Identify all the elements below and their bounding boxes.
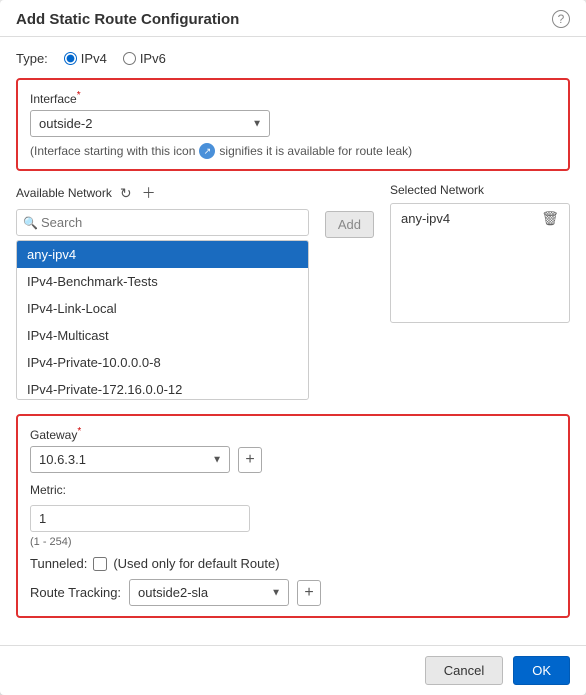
- help-icon[interactable]: ?: [552, 10, 570, 28]
- list-item[interactable]: IPv4-Link-Local: [17, 295, 308, 322]
- available-network-title: Available Network: [16, 186, 112, 200]
- route-tracking-select-wrapper: outside2-sla ▼: [129, 579, 289, 606]
- interface-select[interactable]: outside-2 outside-1 inside: [30, 110, 270, 137]
- search-input[interactable]: [16, 209, 309, 236]
- add-gateway-button[interactable]: +: [238, 447, 262, 473]
- list-item[interactable]: IPv4-Benchmark-Tests: [17, 268, 308, 295]
- list-item[interactable]: any-ipv4: [17, 241, 308, 268]
- networks-section: Available Network ↻ ＋ 🔍 any-ipv4 IPv4-Be…: [16, 183, 570, 400]
- tunneled-checkbox[interactable]: [93, 557, 107, 571]
- route-tracking-label: Route Tracking:: [30, 585, 121, 600]
- gateway-row: 10.6.3.1 ▼ +: [30, 446, 556, 473]
- interface-select-wrapper: outside-2 outside-1 inside ▼: [30, 110, 270, 137]
- route-leak-icon: ↗: [199, 143, 215, 159]
- type-label: Type:: [16, 51, 48, 66]
- ipv6-label: IPv6: [140, 51, 166, 66]
- interface-label: Interface*: [30, 90, 556, 106]
- selected-network-title: Selected Network: [390, 183, 484, 197]
- gateway-select[interactable]: 10.6.3.1: [30, 446, 230, 473]
- selected-item: any-ipv4 🗑: [391, 204, 569, 233]
- add-static-route-dialog: Add Static Route Configuration ? Type: I…: [0, 0, 586, 695]
- route-leak-text-1: (Interface starting with this icon: [30, 144, 195, 158]
- dialog-title: Add Static Route Configuration: [16, 11, 239, 28]
- refresh-icon-button[interactable]: ↻: [118, 185, 134, 202]
- gateway-label: Gateway*: [30, 426, 556, 442]
- metric-hint: (1 - 254): [30, 536, 556, 548]
- ipv4-radio-item[interactable]: IPv4: [64, 51, 107, 66]
- tunneled-note: (Used only for default Route): [113, 556, 279, 571]
- ipv6-radio-item[interactable]: IPv6: [123, 51, 166, 66]
- tunneled-label: Tunneled:: [30, 556, 87, 571]
- search-icon: 🔍: [23, 216, 38, 230]
- metric-label: Metric:: [30, 483, 556, 497]
- gateway-section: Gateway* 10.6.3.1 ▼ + Metric: (1 - 254) …: [16, 414, 570, 618]
- gateway-select-wrapper: 10.6.3.1 ▼: [30, 446, 230, 473]
- route-tracking-select[interactable]: outside2-sla: [129, 579, 289, 606]
- ipv4-radio[interactable]: [64, 52, 77, 65]
- list-item[interactable]: IPv4-Private-10.0.0.0-8: [17, 349, 308, 376]
- list-item[interactable]: IPv4-Private-172.16.0.0-12: [17, 376, 308, 400]
- dialog-header: Add Static Route Configuration ?: [0, 0, 586, 37]
- selected-list: any-ipv4 🗑: [390, 203, 570, 323]
- type-radio-group: IPv4 IPv6: [64, 51, 166, 66]
- ok-button[interactable]: OK: [513, 656, 570, 685]
- available-network-header: Available Network ↻ ＋: [16, 183, 309, 203]
- search-wrapper: 🔍: [16, 209, 309, 236]
- tunneled-row: Tunneled: (Used only for default Route): [30, 556, 556, 571]
- add-route-tracking-button[interactable]: +: [297, 580, 321, 606]
- delete-selected-icon[interactable]: 🗑: [541, 210, 559, 227]
- route-leak-note: (Interface starting with this icon ↗ sig…: [30, 143, 556, 159]
- route-leak-text-2: signifies it is available for route leak…: [219, 144, 412, 158]
- network-list: any-ipv4 IPv4-Benchmark-Tests IPv4-Link-…: [16, 240, 309, 400]
- selected-item-label: any-ipv4: [401, 211, 450, 226]
- cancel-button[interactable]: Cancel: [425, 656, 503, 685]
- add-button-col: Add: [325, 183, 374, 400]
- dialog-footer: Cancel OK: [0, 645, 586, 695]
- available-network-col: Available Network ↻ ＋ 🔍 any-ipv4 IPv4-Be…: [16, 183, 309, 400]
- metric-input[interactable]: [30, 505, 250, 532]
- add-network-icon-button[interactable]: ＋: [140, 183, 158, 203]
- ipv6-radio[interactable]: [123, 52, 136, 65]
- dialog-body: Type: IPv4 IPv6 Interface* outside-2 out…: [0, 37, 586, 645]
- add-to-selected-button[interactable]: Add: [325, 211, 374, 238]
- ipv4-label: IPv4: [81, 51, 107, 66]
- type-row: Type: IPv4 IPv6: [16, 51, 570, 66]
- metric-row: Metric:: [30, 483, 556, 532]
- interface-section: Interface* outside-2 outside-1 inside ▼ …: [16, 78, 570, 171]
- selected-network-header: Selected Network: [390, 183, 570, 197]
- selected-network-col: Selected Network any-ipv4 🗑: [390, 183, 570, 400]
- route-tracking-row: Route Tracking: outside2-sla ▼ +: [30, 579, 556, 606]
- list-item[interactable]: IPv4-Multicast: [17, 322, 308, 349]
